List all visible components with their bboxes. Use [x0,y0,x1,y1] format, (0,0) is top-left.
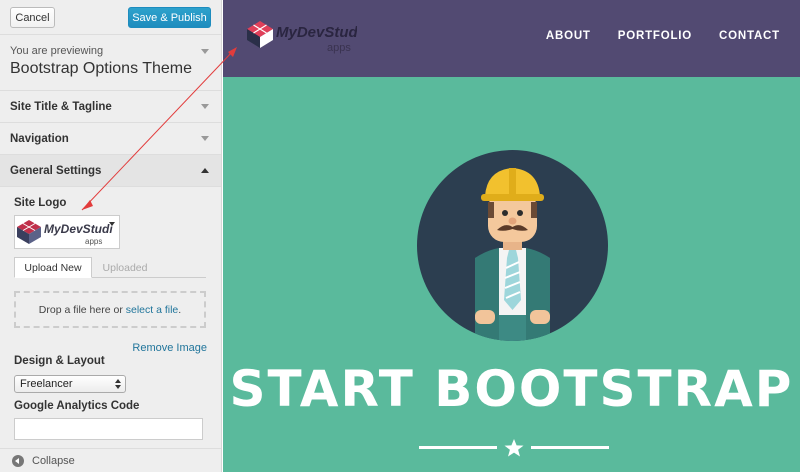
logo-upload-tabs: Upload New Uploaded [14,257,206,278]
select-file-link[interactable]: select a file [126,304,179,316]
design-layout-select[interactable]: Freelancer [14,375,126,393]
star-icon [504,439,524,457]
design-layout-value: Freelancer [20,378,73,390]
site-preview: MyDevStudio apps ABOUT PORTFOLIO CONTACT [223,0,800,472]
section-site-title-tagline[interactable]: Site Title & Tagline [0,91,221,123]
remove-image-link[interactable]: Remove Image [132,342,207,354]
google-analytics-label: Google Analytics Code [14,400,140,412]
collapse-label: Collapse [32,454,75,467]
logo-thumbnail-icon: MyDevStudio apps [17,220,113,246]
site-logo-dropdown[interactable]: MyDevStudio apps [14,215,120,249]
logo-thumbnail-text: MyDevStudio [44,222,113,236]
collapse-sidebar-button[interactable]: Collapse [0,448,221,472]
theme-name: Bootstrap Options Theme [10,60,193,77]
section-label: Site Title & Tagline [10,100,112,113]
customizer-sidebar: Cancel Save & Publish You are previewing… [0,0,222,472]
construction-worker-illustration [475,168,550,341]
section-label: Navigation [10,132,69,145]
chevron-up-icon [201,168,209,173]
select-arrows-icon [115,379,121,389]
cancel-button[interactable]: Cancel [10,7,55,28]
section-navigation[interactable]: Navigation [0,123,221,155]
tab-upload-new[interactable]: Upload New [14,257,92,278]
site-nav: ABOUT PORTFOLIO CONTACT [546,30,780,42]
customizer-header: Cancel Save & Publish [0,0,221,35]
chevron-down-icon[interactable] [201,49,209,54]
star-divider [419,439,609,457]
site-navbar: MyDevStudio apps ABOUT PORTFOLIO CONTACT [223,0,800,77]
logo-thumbnail-sub: apps [85,237,102,246]
file-dropzone[interactable]: Drop a file here or select a file . [14,291,206,328]
nav-about[interactable]: ABOUT [546,30,591,42]
theme-preview-info: You are previewing Bootstrap Options The… [0,35,221,91]
design-layout-label: Design & Layout [14,355,105,367]
nav-portfolio[interactable]: PORTFOLIO [618,30,692,42]
collapse-arrow-icon [12,454,24,467]
save-publish-button[interactable]: Save & Publish [128,7,211,28]
google-analytics-input[interactable] [14,418,203,440]
site-logo[interactable]: MyDevStudio apps [247,17,357,57]
site-logo-sub: apps [327,42,351,54]
chevron-down-icon [201,136,209,141]
caret-down-icon [109,222,115,226]
previewing-label: You are previewing [10,45,104,57]
chevron-down-icon [201,104,209,109]
hero-title: START BOOTSTRAP [229,360,794,418]
nav-contact[interactable]: CONTACT [719,30,780,42]
dropzone-text: Drop a file here or [38,303,126,316]
dropzone-suffix: . [178,303,182,316]
site-logo-text: MyDevStudio [276,24,357,41]
profile-avatar [417,150,608,341]
tab-uploaded[interactable]: Uploaded [92,257,158,278]
section-label: General Settings [10,164,102,177]
section-general-settings[interactable]: General Settings [0,155,221,187]
site-logo-label: Site Logo [14,197,67,209]
